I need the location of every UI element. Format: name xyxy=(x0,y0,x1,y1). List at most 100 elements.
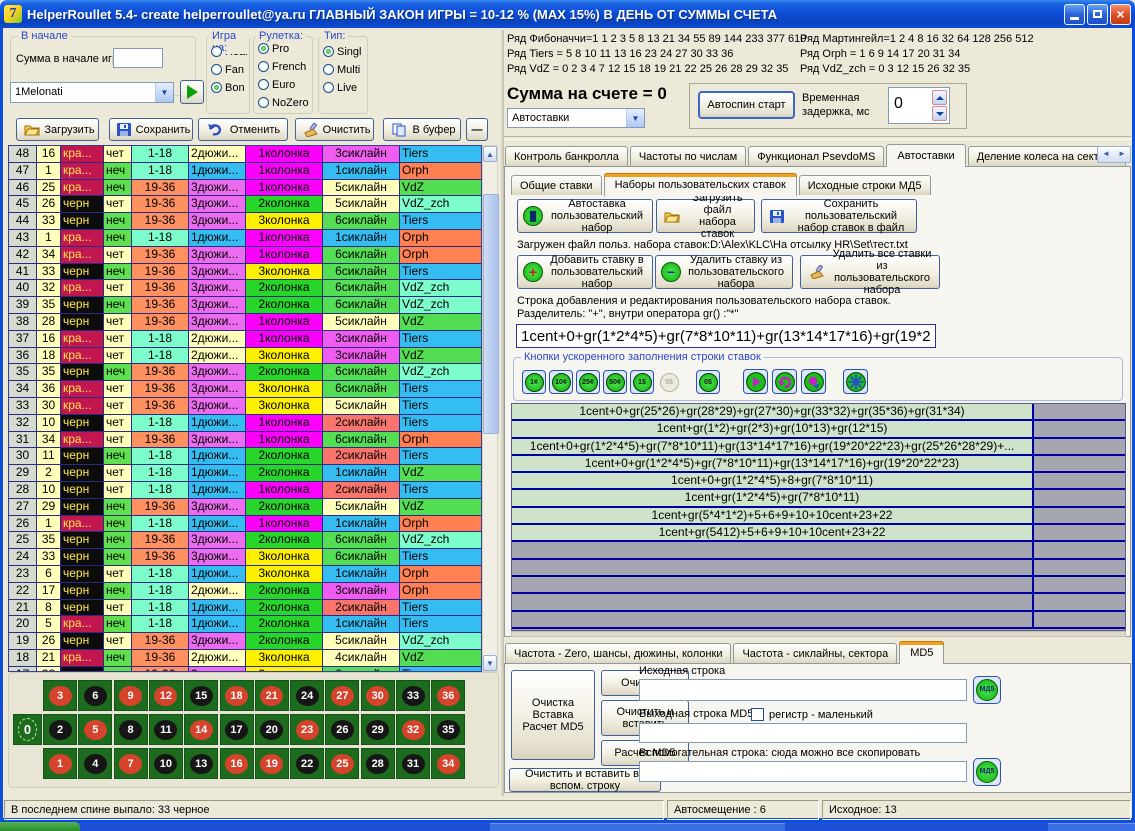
add-bet-button[interactable]: + Добавить ставку в пользовательский наб… xyxy=(517,255,653,289)
table-row[interactable]: 4816кра...чет1-182дюжи...1колонка3сиклай… xyxy=(9,146,481,163)
coin-button-25¢[interactable]: 25¢ xyxy=(576,370,600,394)
table-row[interactable]: 2433черннеч19-363дюжи...3колонка6сиклайн… xyxy=(9,549,481,566)
autobet-user-set-button[interactable]: ▐▌ Автоставка пользовательский набор xyxy=(517,199,653,233)
md5-combo-button[interactable]: Очистка Вставка Расчет MD5 xyxy=(511,670,595,760)
coin-button-0$[interactable]: 0$ xyxy=(696,370,720,394)
table-row[interactable]: 4526чернчет19-363дюжи...2колонка5сиклайн… xyxy=(9,196,481,213)
tab-частота-сиклайны-сектора[interactable]: Частота - сиклайны, сектора xyxy=(733,643,897,663)
md5-run-button[interactable]: МД5 xyxy=(973,676,1001,704)
table-row[interactable]: 3716кра...чет1-182дюжи...1колонка3сиклай… xyxy=(9,331,481,348)
list-horizontal-scrollbar[interactable] xyxy=(511,631,1126,637)
board-cell-1[interactable]: 1 xyxy=(43,748,77,779)
radio-icon[interactable] xyxy=(258,43,269,54)
tab-scroll-left-icon[interactable]: ◄ xyxy=(1098,147,1114,162)
start-button[interactable] xyxy=(0,822,80,831)
md5-aux-run-button[interactable]: МД5 xyxy=(973,758,1001,786)
radio-option-multi[interactable]: Multi xyxy=(323,63,367,76)
formula-row[interactable]: 1cent+gr(5*4*1*2)+5+6+9+10+10cent+23+22 xyxy=(512,508,1125,525)
board-cell-20[interactable]: 20 xyxy=(255,714,289,745)
tab-наборы-пользовательских-ставок[interactable]: Наборы пользовательских ставок xyxy=(604,173,797,196)
radio-icon[interactable] xyxy=(323,82,334,93)
table-row[interactable]: 3828чернчет19-363дюжи...1колонка5сиклайн… xyxy=(9,314,481,331)
table-row[interactable]: 218чернчет1-181дюжи...2колонка2сиклайнTi… xyxy=(9,600,481,617)
tab-автоставки[interactable]: Автоставки xyxy=(886,144,965,167)
tab-частота-zero-шансы-дюжины-колонки[interactable]: Частота - Zero, шансы, дюжины, колонки xyxy=(505,643,731,663)
table-row[interactable]: 3935черннеч19-363дюжи...2колонка6сиклайн… xyxy=(9,297,481,314)
board-cell-26[interactable]: 26 xyxy=(325,714,359,745)
board-cell-14[interactable]: 14 xyxy=(184,714,218,745)
preset-combo[interactable]: 1Melonati ▼ xyxy=(10,82,174,103)
formula-row[interactable]: 1cent+gr(1*2)+gr(2*3)+gr(10*13)+gr(12*15… xyxy=(512,421,1125,438)
board-cell-24[interactable]: 24 xyxy=(290,680,324,711)
radio-option-live[interactable]: Live xyxy=(323,81,367,94)
board-cell-5[interactable]: 5 xyxy=(78,714,112,745)
table-row[interactable]: 431кра...неч1-181дюжи...1колонка1сиклайн… xyxy=(9,230,481,247)
start-sum-input[interactable] xyxy=(113,48,163,68)
table-row[interactable]: 3210чернчет1-181дюжи...1колонка2сиклайнT… xyxy=(9,415,481,432)
board-cell-28[interactable]: 28 xyxy=(361,748,395,779)
table-row[interactable]: 205кра...неч1-181дюжи...2колонка1сиклайн… xyxy=(9,616,481,633)
board-cell-25[interactable]: 25 xyxy=(325,748,359,779)
spinner-down-icon[interactable] xyxy=(932,106,947,121)
clear-button[interactable]: Очистить xyxy=(295,118,374,141)
spins-table[interactable]: 4816кра...чет1-182дюжи...1колонка3сиклай… xyxy=(8,145,482,672)
table-row[interactable]: 3134кра...чет19-363дюжи...1колонка6сикла… xyxy=(9,432,481,449)
spins-table-scrollbar[interactable]: ▲ ▼ xyxy=(482,145,498,672)
table-row[interactable]: 4032кра...чет19-363дюжи...2колонка6сикла… xyxy=(9,280,481,297)
taskbar-item[interactable] xyxy=(490,823,785,831)
board-cell-13[interactable]: 13 xyxy=(184,748,218,779)
quick-transfer-button[interactable] xyxy=(801,369,826,394)
formula-row[interactable]: 1cent+0+gr(1*2*4*5)+gr(7*8*10*11)+gr(13*… xyxy=(512,456,1125,473)
table-row[interactable]: 2535черннеч19-363дюжи...2колонка6сиклайн… xyxy=(9,532,481,549)
board-cell-16[interactable]: 16 xyxy=(220,748,254,779)
board-cell-18[interactable]: 18 xyxy=(220,680,254,711)
table-row[interactable]: 4234кра...чет19-363дюжи...1колонка6сикла… xyxy=(9,247,481,264)
load-set-file-button[interactable]: Загрузить файл набора ставок xyxy=(656,199,755,233)
title-bar[interactable]: 7 HelperRoullet 5.4- create helperroulle… xyxy=(0,0,1135,28)
tab-функционал-psevdoms[interactable]: Функционал PsevdoMS xyxy=(748,146,884,166)
board-cell-31[interactable]: 31 xyxy=(396,748,430,779)
board-cell-10[interactable]: 10 xyxy=(149,748,183,779)
remove-all-bets-button[interactable]: Удалить все ставки из пользовательского … xyxy=(800,255,940,289)
board-cell-4[interactable]: 4 xyxy=(78,748,112,779)
user-bets-list[interactable]: 1cent+0+gr(25*26)+gr(28*29)+gr(27*30)+gr… xyxy=(511,403,1126,631)
formula-row[interactable]: 1cent+gr(1*2*4*5)+gr(7*8*10*11) xyxy=(512,490,1125,507)
formula-row[interactable]: 1cent+gr(5412)+5+6+9+10+10cent+23+22 xyxy=(512,525,1125,542)
formula-row[interactable]: 1cent+0+gr(25*26)+gr(28*29)+gr(27*30)+gr… xyxy=(512,404,1125,421)
coin-button-1¢[interactable]: 1¢ xyxy=(522,370,546,394)
board-cell-8[interactable]: 8 xyxy=(114,714,148,745)
coin-button-50¢[interactable]: 50¢ xyxy=(603,370,627,394)
table-row[interactable]: 3535черннеч19-363дюжи...2колонка6сиклайн… xyxy=(9,364,481,381)
table-row[interactable]: 4625кра...неч19-363дюжи...1колонка5сикла… xyxy=(9,180,481,197)
board-cell-34[interactable]: 34 xyxy=(431,748,465,779)
save-button[interactable]: Сохранить xyxy=(109,118,193,141)
table-row[interactable]: 3618кра...чет1-182дюжи...3колонка3сиклай… xyxy=(9,348,481,365)
radio-option-fan[interactable]: Fan xyxy=(211,63,249,76)
maximize-button[interactable] xyxy=(1087,4,1108,25)
radio-icon[interactable] xyxy=(258,97,269,108)
md5-output-input[interactable] xyxy=(639,723,967,743)
run-preset-button[interactable] xyxy=(180,80,204,104)
board-cell-12[interactable]: 12 xyxy=(149,680,183,711)
board-cell-zero[interactable]: 0 xyxy=(13,714,42,745)
table-row[interactable]: 3011черннеч1-181дюжи...2колонка2сиклайнT… xyxy=(9,448,481,465)
table-row[interactable]: 1821кра...неч19-362дюжи...3колонка4сикла… xyxy=(9,650,481,667)
save-set-file-button[interactable]: Сохранить пользовательский набор ставок … xyxy=(761,199,917,233)
chevron-down-icon[interactable]: ▼ xyxy=(155,83,173,102)
quick-wheel-button[interactable] xyxy=(843,369,868,394)
table-row[interactable]: 2729черннеч19-363дюжи...2колонка5сиклайн… xyxy=(9,499,481,516)
table-row[interactable]: 4133черннеч19-363дюжи...3колонка6сиклайн… xyxy=(9,264,481,281)
board-cell-3[interactable]: 3 xyxy=(43,680,77,711)
md5-aux-input[interactable] xyxy=(639,761,967,782)
board-cell-21[interactable]: 21 xyxy=(255,680,289,711)
board-cell-19[interactable]: 19 xyxy=(255,748,289,779)
close-button[interactable]: × xyxy=(1110,4,1131,25)
table-row[interactable]: 261кра...неч1-181дюжи...1колонка1сиклайн… xyxy=(9,516,481,533)
coin-button-1$[interactable]: 1$ xyxy=(630,370,654,394)
chevron-down-icon[interactable]: ▼ xyxy=(626,109,644,127)
radio-option-french[interactable]: French xyxy=(258,60,312,73)
copy-buffer-button[interactable]: В буфер xyxy=(383,118,461,141)
formula-row[interactable]: 1cent+0+gr(1*2*4*5)+8+gr(7*8*10*11) xyxy=(512,473,1125,490)
radio-option-bon[interactable]: Bon xyxy=(211,81,249,94)
lowercase-checkbox[interactable] xyxy=(751,708,764,721)
